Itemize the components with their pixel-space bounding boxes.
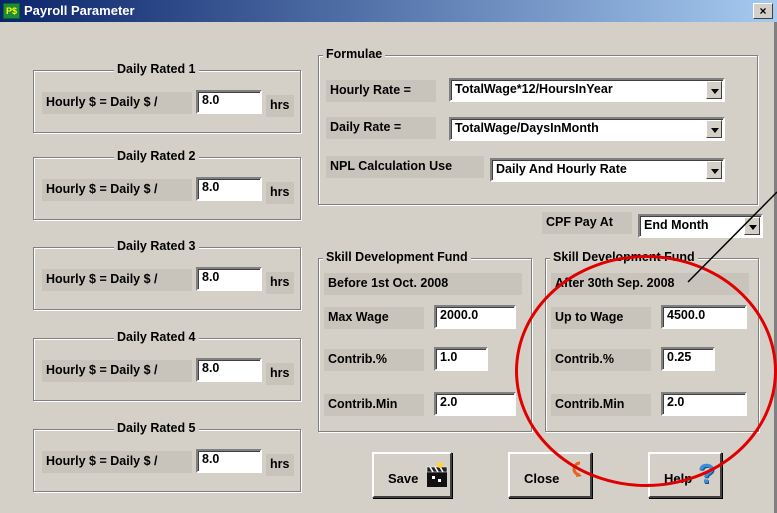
daily-rated-2-label: Hourly $ = Daily $ / — [42, 179, 192, 201]
hourly-rate-combo[interactable]: TotalWage*12/HoursInYear — [449, 78, 725, 102]
npl-label: NPL Calculation Use — [326, 156, 484, 178]
hourly-rate-value: TotalWage*12/HoursInYear — [455, 82, 613, 96]
daily-rated-4-label: Hourly $ = Daily $ / — [42, 360, 192, 382]
daily-rate-combo[interactable]: TotalWage/DaysInMonth — [449, 117, 725, 141]
app-icon: P$ — [3, 3, 20, 19]
daily-rated-2-title: Daily Rated 2 — [114, 149, 199, 163]
daily-rate-value: TotalWage/DaysInMonth — [455, 121, 599, 135]
chevron-down-icon[interactable] — [706, 161, 722, 179]
save-button-label: Save — [388, 471, 419, 486]
close-window-button[interactable]: × — [753, 3, 773, 19]
daily-rated-1-title: Daily Rated 1 — [114, 62, 199, 76]
daily-rated-5-title: Daily Rated 5 — [114, 421, 199, 435]
chevron-down-icon[interactable] — [706, 81, 722, 99]
daily-rated-5-hours-input[interactable]: 8.0 — [196, 449, 262, 473]
daily-rated-2-hours-input[interactable]: 8.0 — [196, 177, 262, 201]
npl-combo[interactable]: Daily And Hourly Rate — [490, 158, 725, 182]
daily-rated-3-hours-input[interactable]: 8.0 — [196, 267, 262, 291]
daily-rated-3-label: Hourly $ = Daily $ / — [42, 269, 192, 291]
daily-rated-5-unit: hrs — [266, 454, 294, 476]
annotation-arrow — [687, 191, 777, 283]
daily-rated-5-label: Hourly $ = Daily $ / — [42, 451, 192, 473]
save-button[interactable]: Save — [372, 452, 452, 498]
sdf-before-title: Skill Development Fund — [323, 250, 471, 264]
window-title: Payroll Parameter — [24, 3, 135, 18]
contrib-min-before-input[interactable]: 2.0 — [434, 392, 516, 416]
cpf-pay-at-label: CPF Pay At — [542, 212, 632, 234]
clapperboard-icon — [426, 462, 448, 487]
npl-value: Daily And Hourly Rate — [496, 162, 627, 176]
max-wage-label: Max Wage — [324, 307, 424, 329]
daily-rated-1-label: Hourly $ = Daily $ / — [42, 92, 192, 114]
daily-rated-2-unit: hrs — [266, 182, 294, 204]
contrib-pct-before-input[interactable]: 1.0 — [434, 347, 488, 371]
sdf-before-subtitle: Before 1st Oct. 2008 — [324, 273, 522, 295]
chevron-down-icon[interactable] — [706, 120, 722, 138]
contrib-min-before-label: Contrib.Min — [324, 394, 424, 416]
max-wage-input[interactable]: 2000.0 — [434, 305, 516, 329]
hourly-rate-label: Hourly Rate = — [326, 80, 436, 102]
daily-rated-3-unit: hrs — [266, 272, 294, 294]
daily-rated-3-title: Daily Rated 3 — [114, 239, 199, 253]
daily-rated-4-unit: hrs — [266, 363, 294, 385]
daily-rated-4-hours-input[interactable]: 8.0 — [196, 358, 262, 382]
contrib-pct-before-label: Contrib.% — [324, 349, 424, 371]
formulae-title: Formulae — [323, 47, 386, 61]
daily-rated-4-title: Daily Rated 4 — [114, 330, 199, 344]
close-button-label: Close — [524, 471, 560, 486]
daily-rated-1-unit: hrs — [266, 95, 294, 117]
daily-rate-label: Daily Rate = — [326, 117, 436, 139]
daily-rated-1-hours-input[interactable]: 8.0 — [196, 90, 262, 114]
